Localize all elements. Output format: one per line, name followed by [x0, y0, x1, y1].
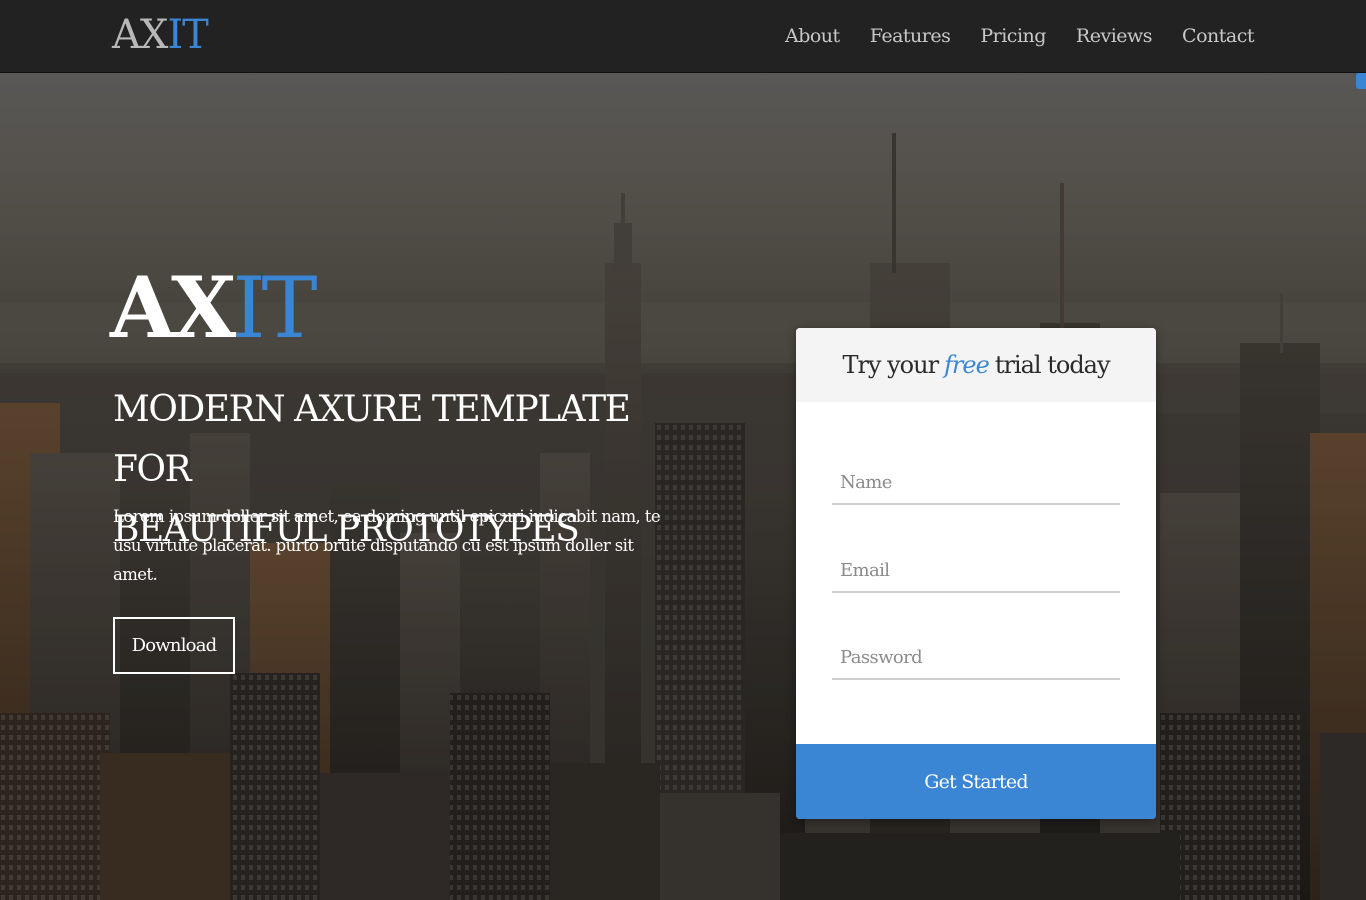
title-text-free: free [944, 351, 990, 379]
title-text-before: Try your [842, 351, 939, 379]
nav-link-reviews[interactable]: Reviews [1076, 22, 1153, 50]
nav-link-about[interactable]: About [785, 22, 840, 50]
nav-logo[interactable]: AXIT [112, 10, 209, 60]
get-started-button[interactable]: Get Started [796, 744, 1156, 819]
title-text-after: trial today [994, 351, 1111, 379]
signup-card: Try your free trial today Get Started [796, 328, 1156, 819]
nav-link-features[interactable]: Features [870, 22, 951, 50]
nav-logo-ax: AX [112, 12, 168, 58]
navbar: AXIT About Features Pricing Reviews Cont… [0, 0, 1366, 73]
download-button[interactable]: Download [113, 617, 235, 674]
nav-links: About Features Pricing Reviews Contact [785, 22, 1255, 50]
nav-link-pricing[interactable]: Pricing [980, 22, 1046, 50]
hero-description: Lorem ipsum doller sit amet, ea doming u… [113, 507, 661, 584]
hero-headline-line-1: MODERN AXURE TEMPLATE FOR [113, 389, 631, 490]
nav-link-contact[interactable]: Contact [1182, 22, 1254, 50]
name-field[interactable] [832, 461, 1120, 505]
nav-logo-it: IT [167, 12, 208, 58]
email-field[interactable] [832, 549, 1120, 593]
hero-logo-ax: AX [110, 258, 236, 357]
signup-card-title: Try your free trial today [796, 328, 1156, 402]
scroll-indicator[interactable] [1356, 73, 1366, 89]
hero-logo-it: IT [232, 259, 317, 357]
password-field[interactable] [832, 636, 1120, 680]
hero-logo: AXIT [110, 258, 318, 358]
